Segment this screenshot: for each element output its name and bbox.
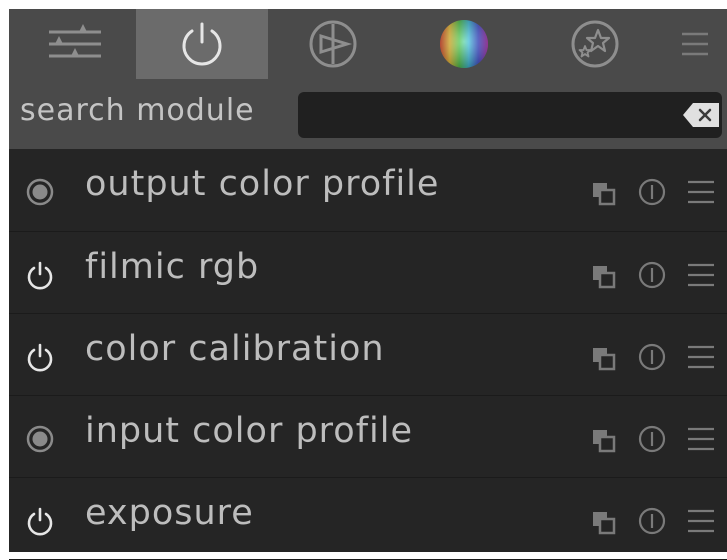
tab-quick-access[interactable] [9,9,141,79]
module-name: filmic rgb [85,247,260,287]
power-icon [27,343,53,372]
module-exposure[interactable]: exposure [9,478,727,560]
reset-icon[interactable] [636,503,668,539]
always-on-indicator [22,174,58,210]
module-power-toggle[interactable] [22,257,58,293]
multi-instance-icon[interactable] [589,174,621,210]
module-input-color-profile[interactable]: input color profile [9,396,727,478]
lens-triangle-icon [309,20,357,68]
tab-color-modules[interactable] [398,9,530,79]
presets-menu-button[interactable] [663,9,727,79]
clear-search-icon[interactable] [683,103,719,127]
favorites-stars-icon [571,20,619,68]
reset-icon[interactable] [636,421,668,457]
module-color-calibration[interactable]: color calibration [9,314,727,396]
multi-instance-icon[interactable] [589,339,621,375]
module-list: output color profile filmic rgb color ca… [9,149,727,560]
module-filmic-rgb[interactable]: filmic rgb [9,232,727,314]
tab-active-modules[interactable] [136,9,268,79]
always-on-indicator [22,421,58,457]
presets-icon[interactable] [685,503,717,539]
presets-icon[interactable] [685,257,717,293]
reset-icon[interactable] [636,257,668,293]
power-icon [182,22,222,66]
power-icon [27,507,53,536]
reset-icon[interactable] [636,339,668,375]
reset-icon[interactable] [636,174,668,210]
module-name: color calibration [85,329,385,369]
module-name: output color profile [85,164,440,204]
module-name: input color profile [85,411,414,451]
color-wheel-icon [440,20,488,68]
multi-instance-icon[interactable] [589,421,621,457]
module-group-tabs [9,9,727,79]
darkroom-modules-panel: search module output color profile filmi… [9,9,727,560]
tab-base-modules[interactable] [267,9,399,79]
sliders-icon [49,24,101,58]
search-bar: search module [9,79,727,149]
multi-instance-icon[interactable] [589,257,621,293]
always-on-icon [26,178,54,206]
tab-favorite-modules[interactable] [529,9,661,79]
module-power-toggle[interactable] [22,339,58,375]
presets-icon[interactable] [685,339,717,375]
module-output-color-profile[interactable]: output color profile [9,149,727,232]
power-icon [27,261,53,290]
presets-icon[interactable] [685,421,717,457]
module-name: exposure [85,493,254,533]
hamburger-menu-icon [682,32,708,56]
search-input[interactable] [298,92,722,138]
module-power-toggle[interactable] [22,503,58,539]
always-on-icon [26,425,54,453]
multi-instance-icon[interactable] [589,503,621,539]
search-module-label: search module [20,93,255,128]
presets-icon[interactable] [685,174,717,210]
